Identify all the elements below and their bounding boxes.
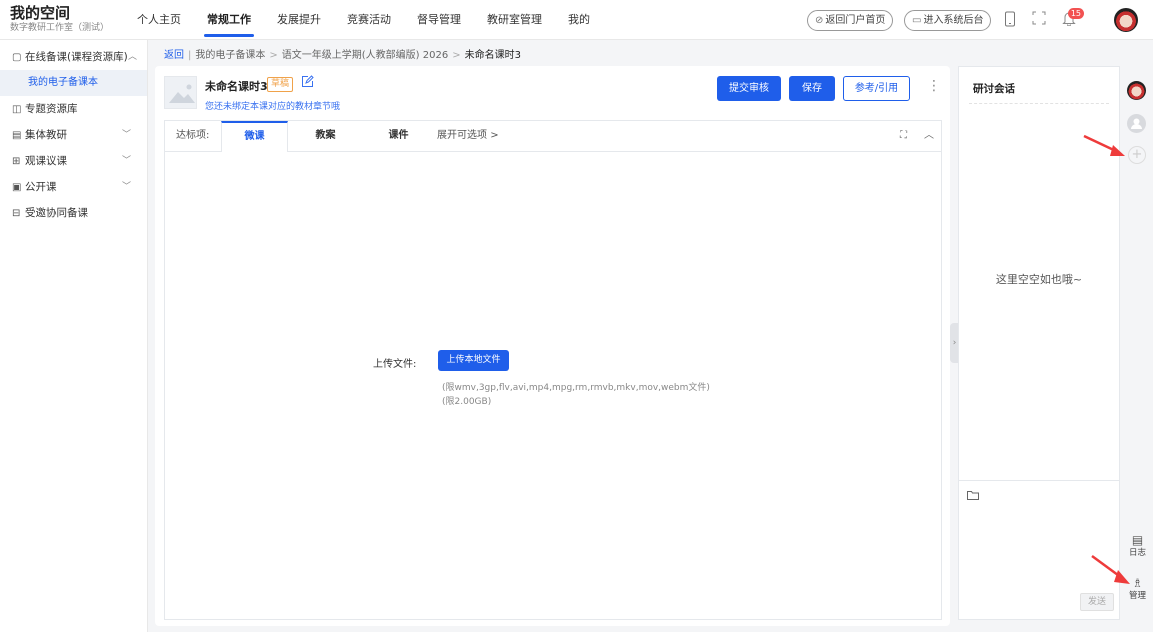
breadcrumb-course[interactable]: 语文一年级上学期(人教部编版) 2026 xyxy=(282,50,448,61)
upload-format-note: (限wmv,3gp,flv,avi,mp4,mpg,rm,rmvb,mkv,mo… xyxy=(442,383,710,393)
nav-item-office-admin[interactable]: 教研室管理 xyxy=(487,0,542,40)
main-nav: 个人主页 常规工作 发展提升 竞赛活动 督导管理 教研室管理 我的 xyxy=(137,0,616,40)
divider xyxy=(959,480,1119,481)
mobile-icon[interactable] xyxy=(1001,11,1019,29)
expand-icon[interactable]: ⛶ xyxy=(900,121,907,151)
sidebar-item-invited-collab[interactable]: ⊟ 受邀协同备课 xyxy=(0,200,147,226)
top-navbar: 我的空间 数字教研工作室（测试） 个人主页 常规工作 发展提升 竞赛活动 督导管… xyxy=(0,0,1153,40)
collab-icon: ⊟ xyxy=(12,208,21,219)
nav-item-competition[interactable]: 竞赛活动 xyxy=(347,0,391,40)
breadcrumb-back-link[interactable]: 返回 xyxy=(164,50,184,61)
expand-options-label: 展开可选项 xyxy=(437,130,487,141)
submit-review-button[interactable]: 提交审核 xyxy=(717,76,781,101)
breadcrumb-notebook[interactable]: 我的电子备课本 xyxy=(195,50,265,61)
backend-icon: ▭ xyxy=(912,15,922,26)
empty-state-text: 这里空空如也哦~ xyxy=(995,273,1083,286)
chevron-up-icon: ︿ xyxy=(127,52,137,62)
nav-item-routine-work[interactable]: 常规工作 xyxy=(204,0,254,40)
brand-subtitle: 数字教研工作室（测试） xyxy=(10,23,110,33)
lesson-thumbnail xyxy=(164,76,197,109)
bind-chapter-hint[interactable]: 您还未绑定本课对应的教材章节哦 xyxy=(205,99,340,112)
tab-courseware[interactable]: 课件 xyxy=(365,121,432,151)
nav-item-development[interactable]: 发展提升 xyxy=(277,0,321,40)
brand-title: 我的空间 xyxy=(10,4,71,22)
user-avatar[interactable] xyxy=(1114,8,1138,32)
breadcrumb: 返回 | 我的电子备课本 > 语文一年级上学期(人教部编版) 2026 > 未命名课时3 xyxy=(164,50,521,61)
sidebar-item-observe[interactable]: ⊞ 观课议课 ﹀ xyxy=(0,148,147,174)
save-button[interactable]: 保存 xyxy=(789,76,835,101)
collapse-up-icon[interactable]: ︿ xyxy=(924,121,934,151)
portal-button[interactable]: ⊘ 返回门户首页 xyxy=(807,10,894,31)
backend-button[interactable]: ▭ 进入系统后台 xyxy=(904,10,992,31)
expand-options-link[interactable]: 展开可选项 > xyxy=(437,121,499,151)
fullscreen-icon[interactable] xyxy=(1030,11,1048,29)
sidebar-item-online-prep[interactable]: ▢ 在线备课(课程资源库) ︿ xyxy=(0,44,147,70)
status-badge: 草稿 xyxy=(267,77,294,92)
screen-icon: ▣ xyxy=(12,182,22,193)
sidebar-item-label: 观课议课 xyxy=(25,155,67,167)
list-icon: ▤ xyxy=(12,130,22,141)
attach-folder-icon[interactable] xyxy=(967,490,979,503)
upload-local-file-button[interactable]: 上传本地文件 xyxy=(438,350,509,371)
sidebar-item-label: 受邀协同备课 xyxy=(25,207,88,219)
content-panel: 达标项: 微课 教案 课件 展开可选项 > ⛶ ︿ 上传文件: 上传本地文件 (… xyxy=(164,120,942,620)
notification-badge: 15 xyxy=(1067,8,1084,19)
compass-icon: ⊘ xyxy=(815,15,824,26)
send-button[interactable]: 发送 xyxy=(1080,593,1114,611)
nav-item-home[interactable]: 个人主页 xyxy=(137,0,181,40)
sidebar-item-label: 专题资源库 xyxy=(25,103,78,115)
participant-avatar[interactable] xyxy=(1127,81,1146,100)
sidebar-item-label: 公开课 xyxy=(25,181,57,193)
chevron-right-icon: > xyxy=(490,130,499,141)
sidebar-subitem-my-notebook[interactable]: 我的电子备课本 xyxy=(0,70,147,96)
tab-bar: 达标项: 微课 教案 课件 展开可选项 > ⛶ ︿ xyxy=(165,121,941,152)
breadcrumb-current: 未命名课时3 xyxy=(464,50,521,61)
backend-label: 进入系统后台 xyxy=(923,15,984,26)
tab-micro-lesson[interactable]: 微课 xyxy=(221,121,288,152)
manage-label: 管理 xyxy=(1128,591,1146,601)
upload-size-note: (限2.00GB) xyxy=(442,397,492,407)
bell-icon[interactable]: 15 xyxy=(1060,8,1084,29)
chevron-down-icon: ﹀ xyxy=(121,156,131,166)
discussion-title: 研讨会话 xyxy=(973,83,1015,95)
log-icon: ▤ xyxy=(1131,533,1144,547)
lesson-title: 未命名课时3 xyxy=(205,80,268,93)
annotation-arrow xyxy=(1091,554,1130,584)
chevron-down-icon: ﹀ xyxy=(121,130,131,140)
sidebar-item-label: 集体教研 xyxy=(25,129,67,141)
folder-icon: ◫ xyxy=(12,104,22,115)
user-placeholder-icon[interactable] xyxy=(1127,114,1146,133)
nav-item-supervision[interactable]: 督导管理 xyxy=(417,0,461,40)
sidebar-item-open-class[interactable]: ▣ 公开课 ﹀ xyxy=(0,174,147,200)
brand[interactable]: 我的空间 数字教研工作室（测试） xyxy=(10,4,109,34)
nav-item-mine[interactable]: 我的 xyxy=(568,0,590,40)
sidebar-item-topic-library[interactable]: ◫ 专题资源库 xyxy=(0,96,147,122)
observe-icon: ⊞ xyxy=(12,156,21,167)
doc-icon: ▢ xyxy=(12,52,22,63)
lesson-card: 未命名课时3 草稿 您还未绑定本课对应的教材章节哦 提交审核 保存 参考/引用 … xyxy=(155,66,950,626)
add-participant-icon[interactable]: + xyxy=(1128,146,1146,164)
divider xyxy=(969,103,1109,104)
sidebar: ▢ 在线备课(课程资源库) ︿ 我的电子备课本 ◫ 专题资源库 ▤ 集体教研 ﹀ ⊞ 观课议… xyxy=(0,40,148,632)
edit-icon[interactable] xyxy=(301,75,314,92)
standard-items-label: 达标项: xyxy=(176,130,210,141)
upload-label: 上传文件: xyxy=(373,359,417,370)
more-options-icon[interactable]: ⋮ xyxy=(927,78,941,94)
sidebar-item-label: 在线备课(课程资源库) xyxy=(25,51,128,63)
portal-label: 返回门户首页 xyxy=(825,15,886,26)
annotation-arrow xyxy=(1083,134,1125,156)
tab-lesson-plan[interactable]: 教案 xyxy=(292,121,359,151)
chevron-down-icon: ﹀ xyxy=(121,182,131,192)
sidebar-item-group-research[interactable]: ▤ 集体教研 ﹀ xyxy=(0,122,147,148)
reference-button[interactable]: 参考/引用 xyxy=(843,76,910,101)
